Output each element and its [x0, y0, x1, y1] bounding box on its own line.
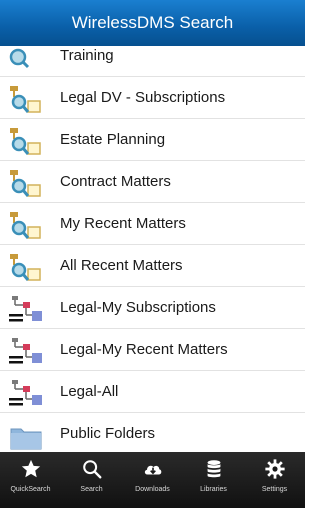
search-folder-icon: [8, 169, 44, 199]
tree-icon: [8, 337, 44, 367]
list-item-label: Legal DV - Subscriptions: [60, 89, 226, 106]
toolbar-quicksearch-button[interactable]: QuickSearch: [0, 452, 61, 508]
list-item-legal-my-subscriptions[interactable]: Legal-My Subscriptions: [0, 287, 305, 329]
page-title: WirelessDMS Search: [71, 13, 234, 32]
bottom-toolbar: QuickSearch Search Downloads Libraries S…: [0, 452, 305, 508]
star-icon: [21, 459, 40, 478]
toolbar-search-button[interactable]: Search: [61, 452, 122, 508]
list-item-all-recent-matters[interactable]: All Recent Matters: [0, 245, 305, 287]
toolbar-label: Libraries: [200, 486, 227, 493]
search-folder-icon: [8, 253, 44, 283]
list-item-estate-planning[interactable]: Estate Planning: [0, 119, 305, 161]
toolbar-label: Downloads: [135, 486, 170, 493]
search-doc-icon: [8, 43, 44, 73]
tree-icon: [8, 379, 44, 409]
search-icon: [82, 460, 101, 479]
list-item-label: Legal-My Recent Matters: [60, 341, 228, 358]
cloud-download-icon: [144, 465, 161, 475]
toolbar-label: Settings: [261, 486, 288, 493]
toolbar-label: Search: [80, 486, 103, 493]
toolbar-downloads-button[interactable]: Downloads: [122, 452, 183, 508]
list-item-label: Legal-All: [60, 383, 119, 400]
title-bar: WirelessDMS Search: [0, 0, 305, 46]
list-item-legal-my-recent-matters[interactable]: Legal-My Recent Matters: [0, 329, 305, 371]
database-icon: [207, 460, 220, 478]
search-folder-icon: [8, 211, 44, 241]
list-item-label: Estate Planning: [60, 131, 166, 148]
list-item-legal-dv-subscriptions[interactable]: Legal DV - Subscriptions: [0, 77, 305, 119]
search-list[interactable]: Training Legal DV - Subscriptions Estate…: [0, 35, 305, 455]
toolbar-settings-button[interactable]: Settings: [244, 452, 305, 508]
list-item-label: Public Folders: [60, 425, 156, 442]
list-item-my-recent-matters[interactable]: My Recent Matters: [0, 203, 305, 245]
list-item-label: Legal-My Subscriptions: [60, 299, 216, 316]
folder-icon: [8, 421, 44, 451]
list-item-legal-all[interactable]: Legal-All: [0, 371, 305, 413]
toolbar-libraries-button[interactable]: Libraries: [183, 452, 244, 508]
list-item-label: Contract Matters: [60, 173, 171, 190]
list-item-public-folders[interactable]: Public Folders: [0, 413, 305, 455]
list-item-label: All Recent Matters: [60, 257, 183, 274]
tree-icon: [8, 295, 44, 325]
list-item-label: My Recent Matters: [60, 215, 186, 232]
list-item-contract-matters[interactable]: Contract Matters: [0, 161, 305, 203]
search-folder-icon: [8, 85, 44, 115]
gear-icon: [264, 459, 285, 479]
toolbar-label: QuickSearch: [10, 486, 51, 493]
list-item-label: Training: [60, 47, 114, 64]
search-folder-icon: [8, 127, 44, 157]
